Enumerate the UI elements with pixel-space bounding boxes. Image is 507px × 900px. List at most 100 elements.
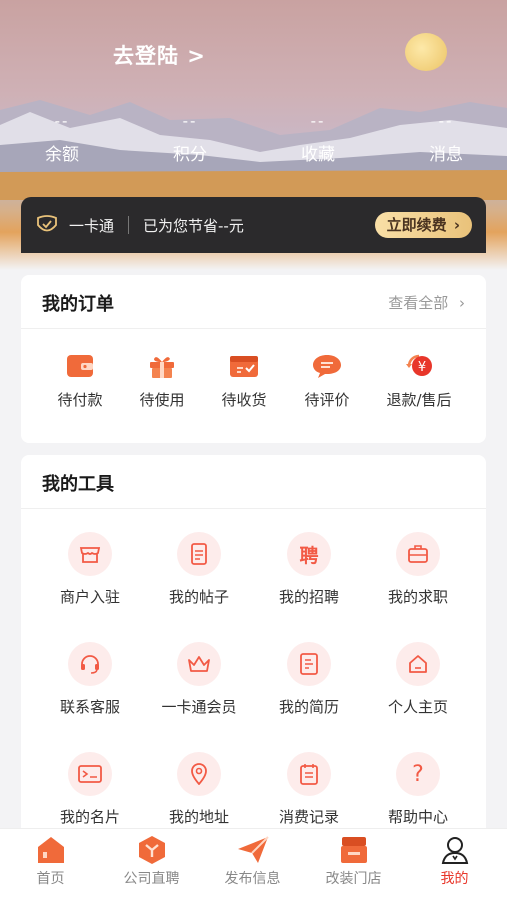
order-label: 待收货 bbox=[221, 391, 267, 409]
renew-button-label: 立即续费 bbox=[386, 216, 447, 234]
see-all-orders-link[interactable]: 查看全部 › bbox=[388, 292, 465, 313]
tool-label: 我的帖子 bbox=[168, 588, 229, 606]
store-tab-icon bbox=[340, 837, 367, 863]
company-tab-icon bbox=[138, 836, 165, 864]
gift-icon bbox=[150, 357, 174, 378]
tool-label: 一卡通会员 bbox=[161, 698, 237, 716]
orders-title: 我的订单 bbox=[42, 294, 114, 315]
tab-label: 公司直聘 bbox=[123, 871, 180, 887]
tool-label: 我的简历 bbox=[278, 698, 339, 716]
shop-icon bbox=[79, 547, 101, 563]
renew-button[interactable]: 立即续费 › bbox=[374, 212, 472, 238]
tool-merchant-entry[interactable]: 商户入驻 bbox=[35, 532, 145, 607]
tool-label: 商户入驻 bbox=[59, 588, 120, 606]
diamond-ticket-icon bbox=[37, 215, 57, 232]
tool-label: 消费记录 bbox=[278, 808, 339, 826]
receipt-icon bbox=[300, 764, 318, 785]
stat-points-value: -- bbox=[182, 112, 198, 130]
tools-divider bbox=[21, 508, 486, 509]
tool-icon-bg bbox=[177, 752, 221, 796]
tool-icon-bg bbox=[68, 642, 112, 686]
tab-label: 我的 bbox=[440, 871, 469, 887]
order-label: 退款/售后 bbox=[386, 391, 452, 409]
tool-my-job-search[interactable]: 我的求职 bbox=[363, 532, 473, 607]
headset-icon bbox=[81, 655, 99, 674]
recruit-icon: 聘 bbox=[299, 544, 319, 567]
package-icon bbox=[230, 356, 258, 377]
stat-messages[interactable]: -- 消息 bbox=[396, 112, 496, 165]
location-icon bbox=[191, 763, 207, 785]
order-label: 待评价 bbox=[304, 391, 350, 409]
orders-divider bbox=[21, 328, 486, 329]
chevron-right-icon: › bbox=[459, 294, 465, 312]
tab-label: 改装门店 bbox=[325, 871, 382, 887]
tool-my-posts[interactable]: 我的帖子 bbox=[144, 532, 254, 607]
tool-my-recruitment[interactable]: 聘 我的招聘 bbox=[254, 532, 364, 607]
login-link[interactable]: 去登陆 > bbox=[113, 40, 206, 70]
moon-decoration bbox=[405, 33, 447, 71]
stat-messages-value: -- bbox=[438, 112, 454, 130]
briefcase-icon bbox=[408, 545, 428, 563]
stat-balance[interactable]: -- 余额 bbox=[12, 112, 112, 165]
tool-customer-service[interactable]: 联系客服 bbox=[35, 642, 145, 717]
tab-modification-store[interactable]: 改装门店 bbox=[303, 829, 404, 888]
tool-icon-bg: 聘 bbox=[287, 532, 331, 576]
tool-my-business-card[interactable]: 我的名片 bbox=[35, 752, 145, 827]
tool-my-address[interactable]: 我的地址 bbox=[144, 752, 254, 827]
vip-card-bar: 一卡通 已为您节省--元 立即续费 › bbox=[21, 197, 486, 253]
vip-card-label: 一卡通 bbox=[69, 216, 115, 235]
tab-mine[interactable]: 我的 bbox=[404, 829, 505, 888]
tool-my-resume[interactable]: 我的简历 bbox=[254, 642, 364, 717]
stat-points-label: 积分 bbox=[173, 145, 207, 165]
stat-balance-label: 余额 bbox=[45, 145, 79, 165]
tab-label: 首页 bbox=[36, 871, 65, 887]
tools-card: 我的工具 商户入驻 我的帖子 聘 我的招聘 我的求职 联系客服 一卡通会员 我的… bbox=[21, 455, 486, 835]
tool-label: 我的地址 bbox=[168, 808, 229, 826]
tool-icon-bg bbox=[68, 752, 112, 796]
tool-icon-bg: ? bbox=[396, 752, 440, 796]
help-icon: ? bbox=[412, 761, 424, 787]
chevron-right-icon: › bbox=[453, 216, 460, 234]
tool-personal-homepage[interactable]: 个人主页 bbox=[363, 642, 473, 717]
tool-label: 我的招聘 bbox=[278, 588, 339, 606]
tab-company-recruit[interactable]: 公司直聘 bbox=[101, 829, 202, 888]
stat-favorites[interactable]: -- 收藏 bbox=[268, 112, 368, 165]
send-tab-icon bbox=[237, 836, 269, 863]
comment-icon bbox=[313, 355, 341, 378]
home-tab-icon bbox=[37, 837, 64, 863]
order-to-review[interactable]: 待评价 bbox=[287, 353, 367, 410]
vip-divider bbox=[128, 216, 130, 234]
tab-home[interactable]: 首页 bbox=[0, 829, 101, 888]
tool-label: 个人主页 bbox=[387, 698, 448, 716]
tab-publish-info[interactable]: 发布信息 bbox=[202, 829, 303, 888]
stat-balance-value: -- bbox=[54, 112, 70, 130]
tool-help-center[interactable]: ? 帮助中心 bbox=[363, 752, 473, 827]
order-label: 待使用 bbox=[139, 391, 185, 409]
order-to-use[interactable]: 待使用 bbox=[122, 353, 202, 410]
tool-icon-bg bbox=[177, 532, 221, 576]
stat-favorites-label: 收藏 bbox=[301, 145, 335, 165]
tool-label: 帮助中心 bbox=[387, 808, 448, 826]
vip-savings-text: 已为您节省--元 bbox=[143, 216, 244, 235]
document-icon bbox=[191, 543, 207, 565]
stat-messages-label: 消息 bbox=[429, 145, 463, 165]
tool-icon-bg bbox=[287, 752, 331, 796]
tool-label: 我的名片 bbox=[59, 808, 120, 826]
wallet-icon bbox=[67, 355, 93, 377]
stat-favorites-value: -- bbox=[310, 112, 326, 130]
tool-icon-bg bbox=[396, 532, 440, 576]
order-label: 待付款 bbox=[57, 391, 103, 409]
profile-tab-icon bbox=[441, 837, 468, 864]
tool-label: 联系客服 bbox=[59, 698, 120, 716]
tool-icon-bg bbox=[396, 642, 440, 686]
tool-icon-bg bbox=[177, 642, 221, 686]
stat-points[interactable]: -- 积分 bbox=[140, 112, 240, 165]
refund-icon: ¥ bbox=[406, 354, 432, 376]
resume-icon bbox=[300, 653, 318, 675]
order-pending-payment[interactable]: 待付款 bbox=[40, 353, 120, 410]
tool-vip-member[interactable]: 一卡通会员 bbox=[144, 642, 254, 717]
home-icon bbox=[409, 655, 427, 673]
tool-spending-records[interactable]: 消费记录 bbox=[254, 752, 364, 827]
order-to-receive[interactable]: 待收货 bbox=[204, 353, 284, 410]
order-refund[interactable]: ¥ 退款/售后 bbox=[379, 353, 459, 410]
